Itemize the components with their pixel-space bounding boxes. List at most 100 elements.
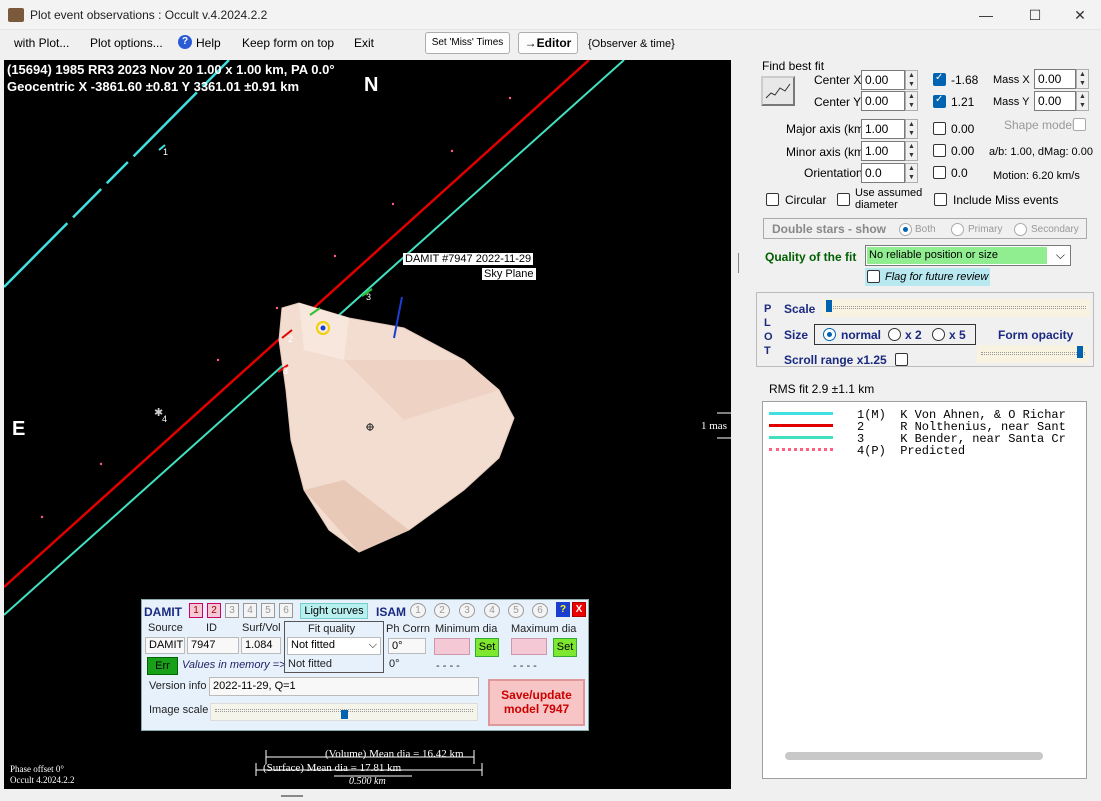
damit-model-button-3[interactable]: 3 [225, 603, 239, 618]
slider-thumb[interactable] [341, 710, 348, 719]
set-miss-times-button[interactable]: Set 'Miss' Times [425, 32, 510, 54]
menu-plot-options[interactable]: Plot options... [90, 36, 163, 50]
double-stars-label: Double stars - show [772, 222, 887, 236]
mass-x-label: Mass X [993, 74, 1030, 86]
center-y-checkbox[interactable] [933, 94, 946, 108]
major-axis-input[interactable]: 1.00 [861, 119, 905, 139]
east-label: E [12, 418, 26, 440]
max-dia-field[interactable] [511, 638, 547, 655]
center-x-input[interactable]: 0.00 [861, 70, 905, 90]
save-update-button[interactable]: Save/update model 7947 [488, 679, 585, 726]
center-y-result: 1.21 [951, 95, 975, 109]
fit-chart-icon [765, 83, 791, 99]
damit-model-button-2[interactable]: 2 [207, 603, 221, 618]
shape-model-checkbox[interactable] [1073, 118, 1086, 131]
app-icon [8, 8, 24, 22]
scale-slider[interactable] [822, 299, 1090, 317]
id-header: ID [206, 622, 217, 634]
center-y-spinner[interactable]: ▲ ▼ [905, 91, 918, 111]
center-y-label: Center Y [814, 95, 862, 109]
damit-model-button-6[interactable]: 6 [279, 603, 293, 618]
set-max-button[interactable]: Set [553, 638, 577, 657]
ph-corr-header: Ph Corrn [386, 623, 431, 635]
isam-button-3[interactable]: 3 [459, 603, 475, 618]
mass-x-spinner[interactable]: ▲ ▼ [1076, 69, 1089, 89]
min-dia-field[interactable] [434, 638, 470, 655]
window-title: Plot event observations : Occult v.4.202… [30, 8, 268, 22]
isam-button-1[interactable]: 1 [410, 603, 426, 618]
ph-corr-field[interactable]: 0° [388, 638, 426, 654]
orientation-checkbox[interactable] [933, 166, 946, 179]
use-assumed-label-1: Use assumed [855, 187, 923, 199]
scroll-range-label: Scroll range x1.25 [784, 353, 887, 367]
mass-x-input[interactable]: 0.00 [1034, 69, 1076, 89]
use-assumed-checkbox[interactable] [837, 193, 850, 206]
size-x2-radio[interactable] [888, 328, 901, 341]
orientation-spinner[interactable]: ▲ ▼ [905, 163, 918, 183]
size-x5-radio[interactable] [932, 328, 945, 341]
isam-button-4[interactable]: 4 [484, 603, 500, 618]
circular-checkbox[interactable] [766, 193, 779, 206]
phase-offset: Phase offset 0° [10, 764, 64, 774]
center-x-spinner[interactable]: ▲ ▼ [905, 70, 918, 90]
find-best-fit-button[interactable] [761, 76, 795, 106]
center-y-input[interactable]: 0.00 [861, 91, 905, 111]
slider-track [826, 306, 1086, 309]
chord-label-4: 4 [162, 414, 168, 424]
chord-line-1 [4, 60, 230, 288]
legend-scrollbar[interactable] [785, 752, 1043, 760]
double-both-radio[interactable] [899, 223, 912, 236]
maximize-button[interactable]: ☐ [1012, 0, 1058, 30]
size-normal-radio[interactable] [823, 328, 836, 341]
damit-model-button-4[interactable]: 4 [243, 603, 257, 618]
isam-button-5[interactable]: 5 [508, 603, 524, 618]
include-miss-checkbox[interactable] [934, 193, 947, 206]
orientation-result: 0.0 [951, 166, 968, 180]
mass-y-input[interactable]: 0.00 [1034, 91, 1076, 111]
menu-exit[interactable]: Exit [354, 36, 374, 50]
major-axis-checkbox[interactable] [933, 122, 946, 135]
editor-button[interactable]: →Editor [518, 32, 578, 54]
light-curves-button[interactable]: Light curves [300, 603, 368, 619]
image-scale-slider[interactable] [210, 703, 478, 721]
scroll-range-checkbox[interactable] [895, 353, 908, 366]
isam-button-2[interactable]: 2 [434, 603, 450, 618]
minor-axis-checkbox[interactable] [933, 144, 946, 157]
close-button[interactable]: ✕ [1057, 0, 1101, 30]
slider-thumb[interactable] [1077, 346, 1083, 358]
double-secondary-label: Secondary [1031, 224, 1079, 235]
splitter[interactable] [738, 253, 739, 273]
minor-axis-spinner[interactable]: ▲ ▼ [905, 141, 918, 161]
damit-help-button[interactable]: ? [556, 602, 570, 617]
orientation-input[interactable]: 0.0 [861, 163, 905, 183]
observers-legend[interactable]: 1(M) K Von Ahnen, & O Richar 2 R Noltheni… [762, 401, 1087, 779]
damit-close-button[interactable]: X [572, 602, 586, 617]
major-axis-spinner[interactable]: ▲ ▼ [905, 119, 918, 139]
bottom-splitter[interactable] [281, 795, 303, 797]
set-min-button[interactable]: Set [475, 638, 499, 657]
flag-review-checkbox[interactable] [867, 270, 880, 283]
chord-label-1: 1 [163, 147, 169, 157]
form-opacity-slider[interactable] [977, 345, 1089, 363]
slider-thumb[interactable] [826, 300, 832, 312]
damit-model-button-5[interactable]: 5 [261, 603, 275, 618]
fit-quality-select[interactable]: Not fitted ⌵ [287, 637, 381, 655]
save-label-line2: model 7947 [503, 702, 570, 716]
slider-track [981, 352, 1085, 355]
menu-with-plot[interactable]: with Plot... [14, 36, 69, 50]
min-dia-header: Minimum dia [435, 623, 498, 635]
err-button[interactable]: Err [147, 657, 178, 675]
menu-keep-on-top[interactable]: Keep form on top [242, 36, 334, 50]
center-x-checkbox[interactable] [933, 72, 946, 86]
damit-model-button-1[interactable]: 1 [189, 603, 203, 618]
isam-button-6[interactable]: 6 [532, 603, 548, 618]
minimize-button[interactable]: — [963, 0, 1009, 30]
minor-axis-input[interactable]: 1.00 [861, 141, 905, 161]
double-secondary-radio[interactable] [1014, 223, 1027, 236]
chord-label-3: 3 [366, 292, 372, 302]
quality-select[interactable]: No reliable position or size ⌵ [865, 245, 1071, 266]
mass-y-spinner[interactable]: ▲ ▼ [1076, 91, 1089, 111]
menu-help[interactable]: Help [196, 36, 221, 50]
double-primary-radio[interactable] [951, 223, 964, 236]
mas-scale-label: 1 mas [701, 420, 727, 432]
